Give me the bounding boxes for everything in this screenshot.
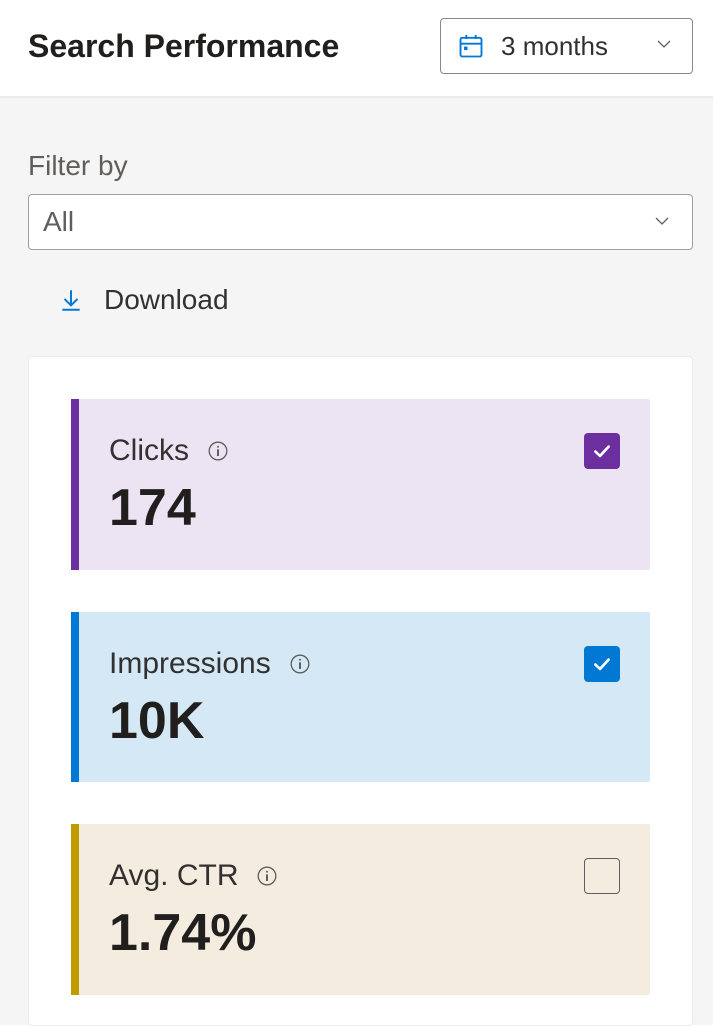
metric-name: Clicks (109, 434, 189, 468)
filter-value: All (43, 206, 74, 238)
metric-checkbox[interactable] (584, 858, 620, 894)
metric-header: Avg. CTR (109, 858, 620, 894)
metrics-panel: Clicks 174 Impressions (28, 356, 693, 1026)
filter-label: Filter by (28, 150, 693, 182)
metric-card-clicks[interactable]: Clicks 174 (71, 399, 650, 570)
metric-header: Impressions (109, 646, 620, 682)
metric-card-impressions[interactable]: Impressions 10K (71, 612, 650, 783)
download-button[interactable]: Download (58, 284, 229, 316)
filter-select[interactable]: All (28, 194, 693, 250)
info-icon[interactable] (289, 653, 311, 675)
metric-name: Avg. CTR (109, 859, 238, 893)
download-icon (58, 287, 84, 313)
chevron-down-icon (652, 206, 672, 238)
metric-value: 174 (109, 481, 620, 536)
period-select[interactable]: 3 months (440, 18, 693, 74)
body: Filter by All Download Clicks (0, 98, 713, 1025)
metric-name: Impressions (109, 647, 271, 681)
metric-checkbox[interactable] (584, 646, 620, 682)
metric-header: Clicks (109, 433, 620, 469)
chevron-down-icon (654, 34, 674, 59)
download-label: Download (104, 284, 229, 316)
metric-card-ctr[interactable]: Avg. CTR 1.74% (71, 824, 650, 995)
calendar-icon (457, 32, 485, 60)
metric-checkbox[interactable] (584, 433, 620, 469)
info-icon[interactable] (207, 440, 229, 462)
header: Search Performance 3 months (0, 0, 713, 98)
metric-value: 1.74% (109, 906, 620, 961)
metric-value: 10K (109, 694, 620, 749)
period-label: 3 months (501, 31, 608, 62)
page-title: Search Performance (28, 28, 339, 65)
info-icon[interactable] (256, 865, 278, 887)
